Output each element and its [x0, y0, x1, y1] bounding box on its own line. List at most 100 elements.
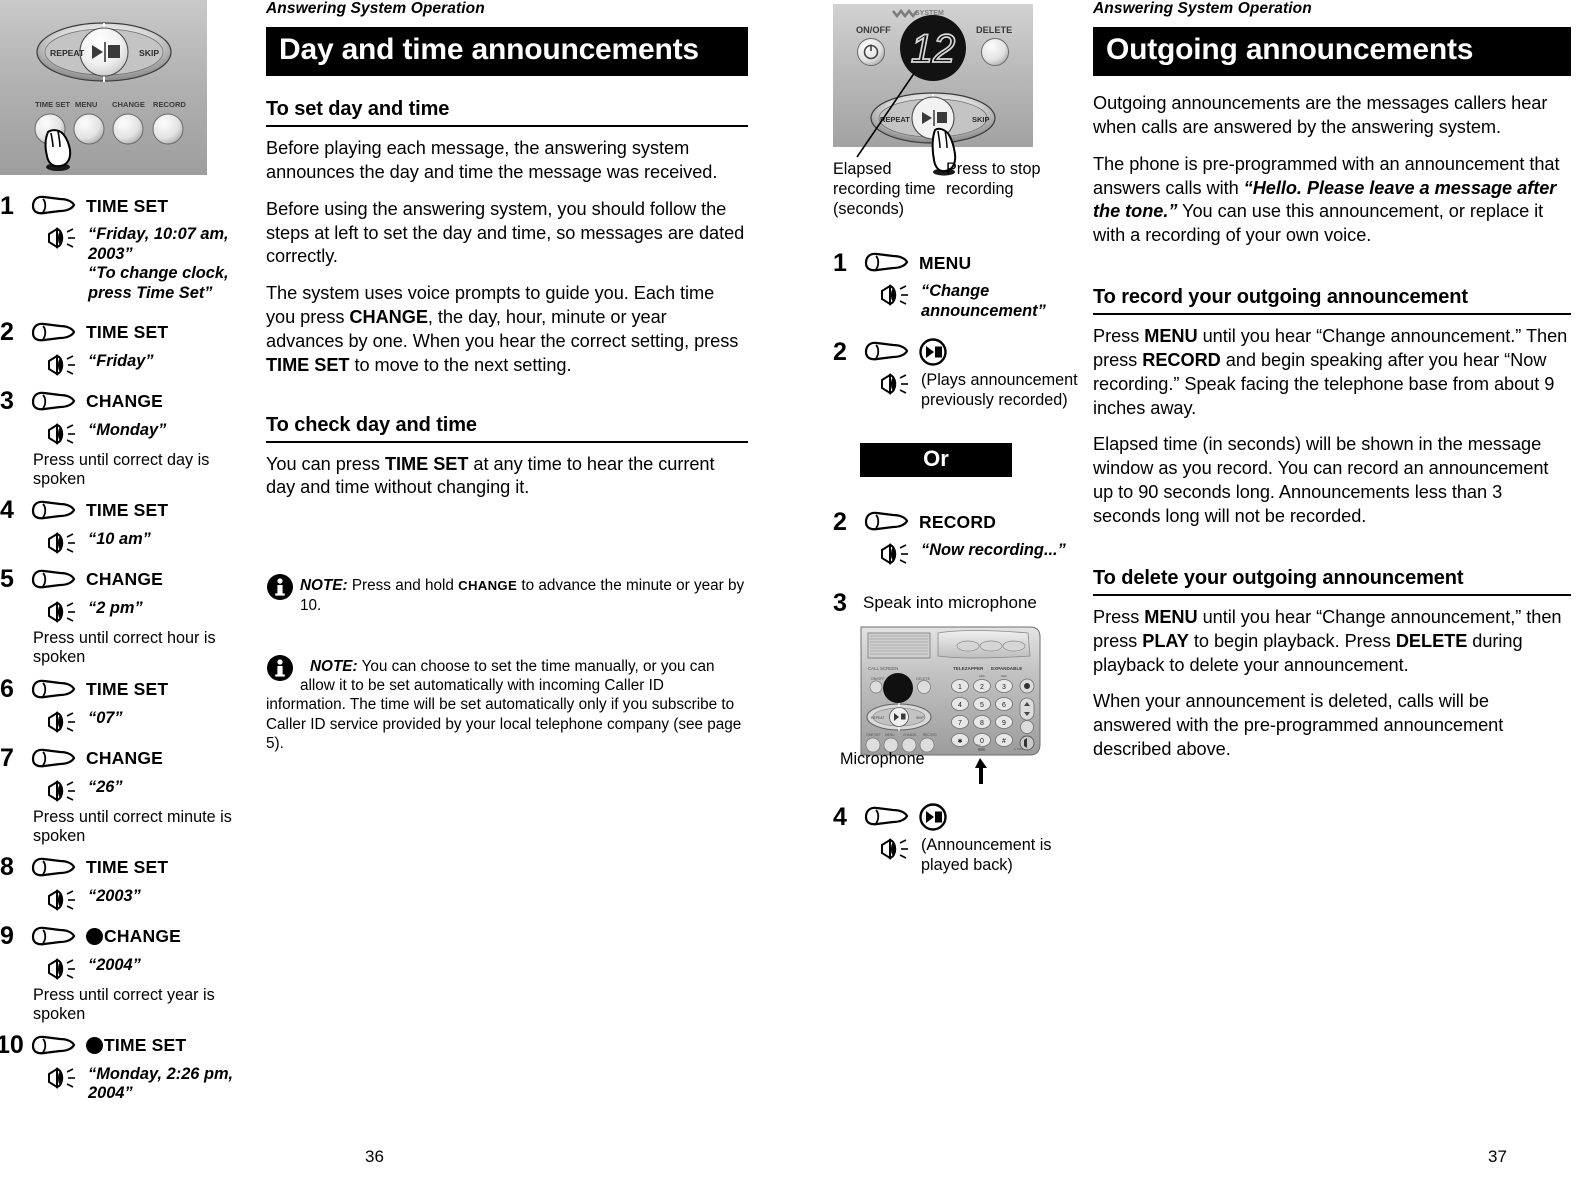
display-panel-svg: SYSTEM ON/OFF DELETE 12 REPEAT SKIP — [833, 4, 1033, 176]
svg-text:RECORD: RECORD — [923, 733, 938, 737]
speaker-icon — [48, 1066, 75, 1089]
pointing-hand-icon — [31, 1035, 76, 1055]
svg-text:2: 2 — [980, 684, 984, 691]
step-3: 3 CHANGE “Monday” Press until correct da… — [0, 387, 258, 489]
step-number: 1 — [833, 248, 847, 277]
svg-text:6: 6 — [1002, 702, 1006, 709]
keyword-delete: DELETE — [1395, 630, 1468, 651]
voice-prompt-text: “Friday, 10:07 am, 2003” “To change cloc… — [88, 225, 229, 303]
record-label: RECORD — [153, 100, 186, 109]
play-stop-icon — [919, 338, 947, 367]
text-e: to begin playback. Press — [1188, 630, 1396, 651]
voice-prompt-text: “Monday, 2:26 pm, 2004” — [88, 1064, 234, 1103]
step-9: 9 CHANGE “2004” Press until correct year… — [0, 922, 258, 1024]
step-number: 4 — [833, 802, 847, 831]
speaker-icon — [48, 422, 75, 445]
step-number: 2 — [833, 507, 847, 536]
manual-spread: REPEAT SKIP TIME SET MENU CHANGE RECORD — [0, 0, 1584, 1180]
svg-text:TELEZAPPER: TELEZAPPER — [953, 666, 984, 671]
step-number: 3 — [0, 387, 14, 416]
phone-base-illustration: CALL SCREEN ON/OFF DELETE REPEAT SKIP TI… — [840, 624, 1043, 786]
svg-text:TIME SET: TIME SET — [866, 733, 881, 737]
svg-text:3: 3 — [1002, 684, 1006, 691]
text-e: to move to the next setting. — [349, 354, 572, 375]
page-number-left: 36 — [365, 1147, 384, 1166]
paragraph-check-time: You can press TIME SET at any time to he… — [266, 453, 748, 501]
step-number: 2 — [833, 337, 847, 366]
voice-prompt-text: “Friday” — [88, 351, 154, 370]
pointing-hand-icon — [31, 195, 76, 215]
right-text-column: Answering System Operation Outgoing anno… — [1093, 0, 1571, 775]
paragraph-delete-steps: Press MENU until you hear “Change announ… — [1093, 606, 1571, 678]
play-stop-icon — [919, 803, 947, 831]
note-block-1: NOTE: Press and hold CHANGE to advance t… — [266, 574, 748, 615]
voice-prompt-text: “2 pm” — [88, 598, 143, 617]
voice-prompt-text: “Now recording...” — [921, 541, 1066, 560]
paragraph-voice-prompts: The system uses voice prompts to guide y… — [266, 282, 748, 377]
pointing-hand-icon — [31, 391, 76, 411]
voice-prompt-text: “10 am” — [88, 529, 151, 548]
svg-text:4: 4 — [958, 702, 962, 709]
skip-label: SKIP — [972, 115, 990, 124]
paragraph-preprogrammed: The phone is pre-programmed with an anno… — [1093, 153, 1571, 248]
pointing-hand-icon — [31, 926, 76, 946]
section-heading-set-day-time: To set day and time — [266, 98, 748, 127]
callout-press-to-stop: Press to stop recording — [946, 160, 1041, 198]
playback-note: (Announcement is played back) — [921, 836, 1052, 874]
step-4: 4 TIME SET “10 am” — [0, 496, 258, 555]
pointing-hand-icon — [864, 252, 909, 272]
note-a: Press and hold — [347, 577, 459, 595]
running-head: Answering System Operation — [266, 0, 485, 17]
svg-text:7: 7 — [958, 720, 962, 727]
voice-prompt-text: “2003” — [88, 886, 141, 905]
answering-system-display-illustration: SYSTEM ON/OFF DELETE 12 REPEAT SKIP Elap… — [833, 0, 1040, 218]
voice-prompt-text: “Change announcement” — [921, 282, 1046, 320]
step-number: 9 — [0, 922, 14, 951]
display-value: 12 — [911, 27, 956, 71]
speaker-icon — [48, 710, 75, 733]
pointing-hand-icon — [31, 569, 76, 589]
section-heading-check-day-time: To check day and time — [266, 414, 748, 443]
step-8: 8 TIME SET “2003” — [0, 853, 258, 912]
step-number: 6 — [0, 675, 14, 704]
note-text-2: NOTE: You can choose to set the time man… — [266, 657, 748, 753]
or-divider: Or — [860, 443, 1012, 478]
keyword-record: RECORD — [1142, 349, 1221, 370]
chapter-banner: Day and time announcements — [266, 27, 748, 76]
speaker-icon — [48, 600, 75, 623]
step-number: 2 — [0, 318, 14, 347]
step-number: 3 — [833, 588, 847, 617]
paragraph-outgoing-intro: Outgoing announcements are the messages … — [1093, 93, 1548, 137]
step-button-label: TIME SET — [86, 322, 169, 343]
pointing-hand-icon — [31, 322, 76, 342]
control-panel-svg: REPEAT SKIP TIME SET MENU CHANGE RECORD — [0, 0, 207, 175]
paragraph-before-playing: Before playing each message, the answeri… — [266, 138, 718, 182]
pointing-hand-icon — [31, 679, 76, 699]
oga-step-2-record: 2 RECORD “Now recording...” — [833, 507, 1085, 566]
svg-text:MIC: MIC — [976, 743, 981, 747]
keyword-time-set: TIME SET — [384, 453, 469, 474]
step-number: 1 — [0, 191, 14, 220]
delete-label: DELETE — [976, 25, 1012, 35]
menu-label: MENU — [75, 100, 98, 109]
step-6: 6 TIME SET “07” — [0, 675, 258, 734]
keyword-change: CHANGE — [458, 578, 518, 594]
voice-prompt-text: “Monday” — [88, 420, 167, 439]
svg-text:9: 9 — [1002, 720, 1006, 727]
speaker-icon — [881, 373, 908, 396]
control-panel-illustration: REPEAT SKIP TIME SET MENU CHANGE RECORD — [0, 0, 207, 175]
oga-step-1: 1 MENU “Change announcement” — [833, 248, 1085, 321]
text-a: Press — [1093, 326, 1145, 347]
step-10: 10 TIME SET “Monday, 2:26 pm, 2004” — [0, 1031, 258, 1104]
right-steps-column: SYSTEM ON/OFF DELETE 12 REPEAT SKIP Elap… — [833, 0, 1085, 875]
note-label: NOTE: — [310, 657, 358, 675]
pointing-hand-icon — [31, 748, 76, 768]
svg-text:CALL SCREEN: CALL SCREEN — [868, 666, 898, 671]
black-dot-marker — [86, 1037, 103, 1055]
svg-text:REPEAT: REPEAT — [871, 716, 884, 720]
step-number: 5 — [0, 565, 14, 594]
page-number-right: 37 — [1488, 1147, 1507, 1166]
step-note: Press until correct minute is spoken — [33, 807, 232, 845]
paragraph-deleted-result: When your announcement is deleted, calls… — [1093, 691, 1504, 760]
svg-text:1: 1 — [958, 684, 962, 691]
